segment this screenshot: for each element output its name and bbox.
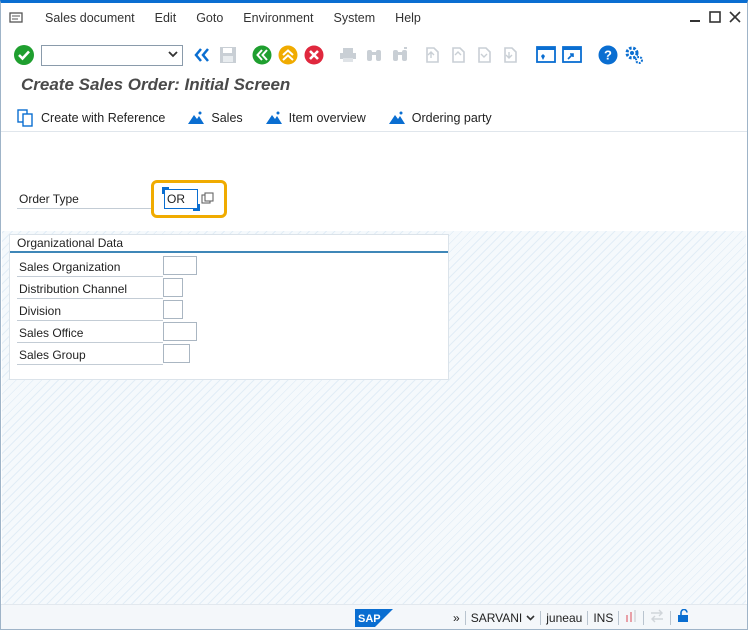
enter-check-icon[interactable] bbox=[13, 44, 35, 66]
previous-page-icon bbox=[447, 44, 469, 66]
menu-goto[interactable]: Goto bbox=[196, 11, 223, 25]
distribution-channel-label: Distribution Channel bbox=[17, 281, 163, 299]
division-input[interactable] bbox=[163, 300, 183, 319]
menu-sales-document[interactable]: Sales document bbox=[45, 11, 135, 25]
status-items: » SARVANI juneau INS bbox=[453, 608, 690, 626]
main-area: Order Type OR Organizational Data Sales … bbox=[2, 139, 746, 604]
print-icon bbox=[337, 44, 359, 66]
settings-icon[interactable] bbox=[623, 44, 645, 66]
sales-organization-input[interactable] bbox=[163, 256, 197, 275]
chevron-down-icon[interactable] bbox=[526, 611, 535, 625]
status-divider bbox=[464, 610, 466, 625]
status-divider bbox=[587, 610, 589, 625]
mountain-icon bbox=[188, 111, 205, 124]
ordering-party-label: Ordering party bbox=[411, 110, 492, 125]
menu-help[interactable]: Help bbox=[395, 11, 421, 25]
organizational-data-title: Organizational Data bbox=[10, 235, 448, 253]
sales-button[interactable]: Sales bbox=[187, 110, 243, 126]
application-toolbar: Create with Reference Sales Item overvie… bbox=[1, 104, 747, 132]
menu-system[interactable]: System bbox=[333, 11, 375, 25]
window-controls bbox=[689, 11, 741, 23]
sales-office-label: Sales Office bbox=[17, 325, 163, 343]
transfer-icon bbox=[649, 609, 665, 626]
order-type-label: Order Type bbox=[17, 191, 154, 209]
help-icon[interactable]: ? bbox=[597, 44, 619, 66]
chevron-down-icon[interactable] bbox=[168, 49, 178, 62]
client-name: juneau bbox=[546, 610, 583, 625]
find-icon bbox=[363, 44, 385, 66]
item-overview-button[interactable]: Item overview bbox=[265, 110, 366, 126]
expand-status-button[interactable]: » bbox=[453, 611, 460, 625]
cancel-icon[interactable] bbox=[303, 44, 325, 66]
performance-icon bbox=[624, 609, 638, 626]
menu-edit[interactable]: Edit bbox=[155, 11, 177, 25]
shortcut-icon[interactable] bbox=[561, 44, 583, 66]
next-page-icon bbox=[473, 44, 495, 66]
status-divider bbox=[670, 610, 672, 625]
command-input[interactable] bbox=[42, 45, 162, 65]
create-with-reference-button[interactable]: Create with Reference bbox=[17, 108, 166, 127]
mountain-icon bbox=[265, 111, 282, 124]
maximize-icon[interactable] bbox=[709, 11, 721, 23]
mountain-icon bbox=[388, 111, 405, 124]
double-chevron-left-icon[interactable] bbox=[191, 44, 213, 66]
create-session-icon[interactable] bbox=[535, 44, 557, 66]
status-divider bbox=[540, 610, 542, 625]
unlock-icon[interactable] bbox=[676, 608, 690, 626]
item-overview-label: Item overview bbox=[288, 110, 366, 125]
create-with-reference-label: Create with Reference bbox=[41, 110, 166, 125]
sales-organization-label: Sales Organization bbox=[17, 259, 163, 277]
command-field[interactable] bbox=[41, 44, 183, 66]
last-page-icon bbox=[499, 44, 521, 66]
sap-logo: SAP bbox=[355, 609, 393, 629]
minimize-icon[interactable] bbox=[689, 11, 701, 23]
page-title: Create Sales Order: Initial Screen bbox=[21, 75, 291, 94]
sales-label: Sales bbox=[211, 110, 243, 125]
order-type-input[interactable]: OR bbox=[162, 187, 200, 211]
close-icon[interactable] bbox=[729, 11, 741, 23]
back-icon[interactable] bbox=[251, 44, 273, 66]
sales-group-input[interactable] bbox=[163, 344, 190, 363]
main-header-area bbox=[2, 139, 746, 231]
division-label: Division bbox=[17, 303, 163, 321]
menu-bar: Sales document Edit Goto Environment Sys… bbox=[1, 3, 747, 33]
sales-group-label: Sales Group bbox=[17, 347, 163, 365]
svg-text:?: ? bbox=[604, 48, 612, 63]
status-divider bbox=[643, 610, 645, 625]
distribution-channel-input[interactable] bbox=[163, 278, 183, 297]
sap-logo-text: SAP bbox=[358, 613, 381, 625]
status-divider bbox=[618, 610, 620, 625]
save-icon bbox=[217, 44, 239, 66]
ordering-party-button[interactable]: Ordering party bbox=[388, 110, 492, 126]
system-name[interactable]: SARVANI bbox=[471, 611, 523, 625]
menu-environment[interactable]: Environment bbox=[243, 11, 313, 25]
menu-icon[interactable] bbox=[9, 11, 25, 25]
organizational-data-group: Organizational Data Sales Organization D… bbox=[9, 234, 449, 380]
sales-office-input[interactable] bbox=[163, 322, 197, 341]
copy-document-icon bbox=[17, 108, 33, 127]
input-mode[interactable]: INS bbox=[593, 611, 613, 625]
value-help-icon[interactable] bbox=[201, 192, 214, 205]
exit-icon[interactable] bbox=[277, 44, 299, 66]
sap-window: Sales document Edit Goto Environment Sys… bbox=[0, 0, 748, 630]
first-page-icon bbox=[421, 44, 443, 66]
standard-toolbar: ? bbox=[1, 39, 747, 71]
find-next-icon bbox=[389, 44, 411, 66]
order-type-highlight: OR bbox=[151, 180, 227, 218]
status-bar: SAP » SARVANI juneau INS bbox=[1, 604, 747, 629]
